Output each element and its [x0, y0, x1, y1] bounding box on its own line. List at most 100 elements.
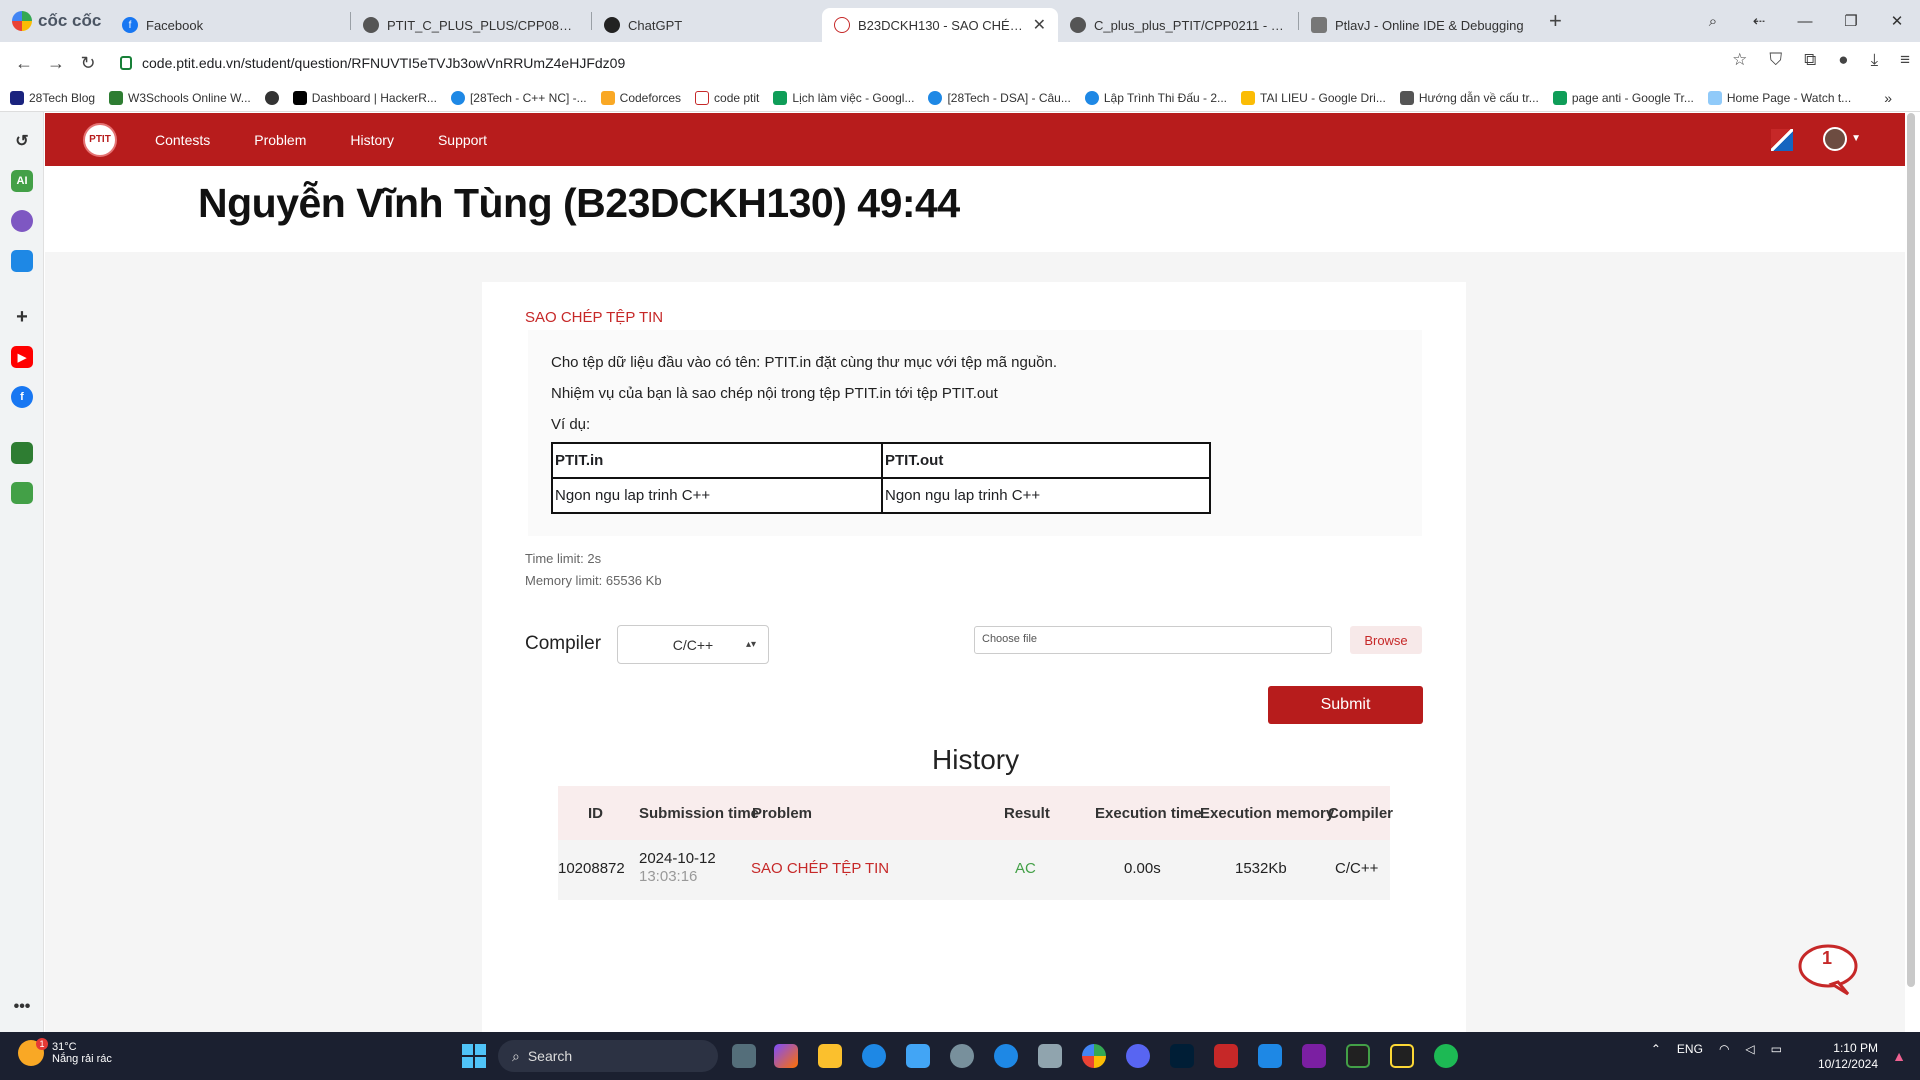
- zalo-icon[interactable]: [11, 250, 33, 272]
- messenger-icon[interactable]: [11, 210, 33, 232]
- tab-ptlavj[interactable]: PtlavJ - Online IDE & Debugging: [1299, 8, 1539, 42]
- add-icon[interactable]: +: [11, 306, 33, 328]
- copilot-icon[interactable]: [774, 1044, 798, 1068]
- bookmark-item[interactable]: Dashboard | HackerR...: [292, 90, 437, 105]
- weather-widget[interactable]: 1 31°C Nắng rải rác: [18, 1038, 112, 1066]
- zalo-icon[interactable]: [994, 1044, 1018, 1068]
- bookmark-item[interactable]: Lập Trình Thi Đấu - 2...: [1084, 90, 1227, 105]
- url-field[interactable]: code.ptit.edu.vn/student/question/RFNUVT…: [120, 48, 1720, 78]
- avatar[interactable]: [1823, 127, 1847, 151]
- extensions-icon[interactable]: ⧉: [1804, 50, 1816, 70]
- tab-github-cpp0211[interactable]: C_plus_plus_PTIT/CPP0211 - KHO/: [1058, 8, 1298, 42]
- bookmark-item[interactable]: Lịch làm việc - Googl...: [773, 90, 914, 105]
- app-icon[interactable]: [1038, 1044, 1062, 1068]
- new-tab-icon[interactable]: +: [1549, 8, 1562, 34]
- language-flag-icon[interactable]: [1771, 129, 1793, 151]
- more-bookmarks-icon[interactable]: »: [1884, 90, 1892, 106]
- shield-icon[interactable]: ⛉: [1769, 50, 1782, 70]
- ai-icon[interactable]: AI: [11, 170, 33, 192]
- minimize-icon[interactable]: —: [1782, 13, 1828, 30]
- star-icon[interactable]: ☆: [1732, 50, 1747, 70]
- file-input[interactable]: Choose file: [974, 626, 1332, 654]
- bookmark-item[interactable]: 28Tech Blog: [10, 90, 95, 105]
- ide-icon: [1311, 17, 1327, 33]
- more-icon[interactable]: •••: [11, 996, 33, 1018]
- bookmark-item[interactable]: W3Schools Online W...: [109, 90, 251, 105]
- nav-problem[interactable]: Problem: [254, 132, 306, 148]
- agoda-icon[interactable]: [11, 442, 33, 464]
- submit-button[interactable]: Submit: [1268, 686, 1423, 724]
- volume-icon[interactable]: ◁: [1745, 1042, 1754, 1056]
- photoshop-icon[interactable]: [1170, 1044, 1194, 1068]
- page-scrollbar[interactable]: [1907, 113, 1915, 987]
- edge-icon[interactable]: [862, 1044, 886, 1068]
- bookmark-item[interactable]: Home Page - Watch t...: [1707, 90, 1851, 105]
- spotify-icon[interactable]: [1434, 1044, 1458, 1068]
- devcpp-icon[interactable]: [1214, 1044, 1238, 1068]
- bookmark-item[interactable]: Codeforces: [600, 90, 681, 105]
- nav-contests[interactable]: Contests: [155, 132, 210, 148]
- coccoc-icon[interactable]: [1082, 1044, 1106, 1068]
- compiler-select[interactable]: C/C++ ▴▾: [617, 625, 769, 664]
- taskbar-search-label: Search: [527, 1048, 573, 1064]
- submission-problem-link[interactable]: SAO CHÉP TỆP TIN: [751, 860, 889, 877]
- restore-icon[interactable]: ❐: [1828, 12, 1874, 30]
- facebook-icon[interactable]: f: [11, 386, 33, 408]
- select-arrows-icon: ▴▾: [745, 639, 756, 650]
- windows-start-icon[interactable]: [462, 1044, 486, 1068]
- download-icon[interactable]: ⤓: [1871, 50, 1879, 70]
- chatgpt-icon: [604, 17, 620, 33]
- bookmark-item[interactable]: code ptit: [695, 90, 759, 105]
- browser-brand[interactable]: cốc cốc: [0, 11, 110, 31]
- wifi-icon[interactable]: ◠: [1719, 1042, 1729, 1056]
- chevron-up-icon[interactable]: ⌃: [1651, 1042, 1661, 1056]
- history-icon[interactable]: ↺: [11, 130, 33, 152]
- app-icon[interactable]: [11, 482, 33, 504]
- tab-active-problem[interactable]: B23DCKH130 - SAO CHÉP TỆ ✕: [822, 8, 1058, 42]
- ptit-icon: [834, 17, 850, 33]
- file-explorer-icon[interactable]: [818, 1044, 842, 1068]
- compiler-selected-value: C/C++: [672, 636, 714, 653]
- battery-icon[interactable]: ▭: [1771, 1042, 1782, 1056]
- back-history-icon[interactable]: ⇠: [1736, 12, 1782, 30]
- tab-chatgpt[interactable]: ChatGPT: [592, 8, 822, 42]
- bookmark-item[interactable]: [264, 90, 279, 105]
- bookmark-item[interactable]: TAI LIEU - Google Dri...: [1241, 90, 1386, 105]
- vscode-icon[interactable]: [1258, 1044, 1282, 1068]
- back-icon[interactable]: ←: [8, 53, 40, 74]
- nav-support[interactable]: Support: [438, 132, 487, 148]
- settings-icon[interactable]: [950, 1044, 974, 1068]
- clion-icon[interactable]: [1346, 1044, 1370, 1068]
- close-tab-icon[interactable]: ✕: [1033, 15, 1046, 35]
- browse-button[interactable]: Browse: [1350, 626, 1422, 654]
- ptit-logo[interactable]: PTIT: [83, 122, 117, 157]
- menu-icon[interactable]: ≡: [1900, 50, 1910, 70]
- table-row[interactable]: 10208872 2024-10-12 13:03:16 SAO CHÉP TỆ…: [558, 840, 1390, 900]
- bookmark-item[interactable]: Hướng dẫn về cấu tr...: [1399, 90, 1539, 105]
- visual-studio-icon[interactable]: [1302, 1044, 1326, 1068]
- bookmark-item[interactable]: [28Tech - C++ NC] -...: [450, 90, 587, 105]
- task-view-icon[interactable]: [732, 1044, 756, 1068]
- discord-icon[interactable]: [1126, 1044, 1150, 1068]
- window-controls: ⌕ ⇠ — ❐ ✕: [1690, 0, 1920, 42]
- clock[interactable]: 1:10 PM 10/12/2024: [1818, 1040, 1878, 1072]
- language-indicator[interactable]: ENG: [1677, 1042, 1703, 1056]
- close-window-icon[interactable]: ✕: [1874, 12, 1920, 30]
- tab-github-cpp0801[interactable]: PTIT_C_PLUS_PLUS/CPP0801 - Sao: [351, 8, 591, 42]
- submission-id[interactable]: 10208872: [558, 860, 625, 877]
- notification-bell-icon[interactable]: ▲: [1892, 1048, 1906, 1064]
- pycharm-icon[interactable]: [1390, 1044, 1414, 1068]
- search-tabs-icon[interactable]: ⌕: [1690, 13, 1736, 30]
- chevron-down-icon[interactable]: ▼: [1851, 133, 1861, 144]
- profile-icon[interactable]: ●: [1838, 50, 1848, 70]
- forward-icon[interactable]: →: [40, 53, 72, 74]
- taskbar-search[interactable]: ⌕ Search: [498, 1040, 718, 1072]
- chat-bubble-icon[interactable]: 1: [1798, 944, 1858, 996]
- store-icon[interactable]: [906, 1044, 930, 1068]
- bookmark-item[interactable]: page anti - Google Tr...: [1552, 90, 1694, 105]
- youtube-icon[interactable]: ▶: [11, 346, 33, 368]
- reload-icon[interactable]: ↻: [72, 53, 104, 74]
- tab-facebook[interactable]: f Facebook: [110, 8, 350, 42]
- bookmark-item[interactable]: [28Tech - DSA] - Câu...: [928, 90, 1071, 105]
- nav-history[interactable]: History: [350, 132, 394, 148]
